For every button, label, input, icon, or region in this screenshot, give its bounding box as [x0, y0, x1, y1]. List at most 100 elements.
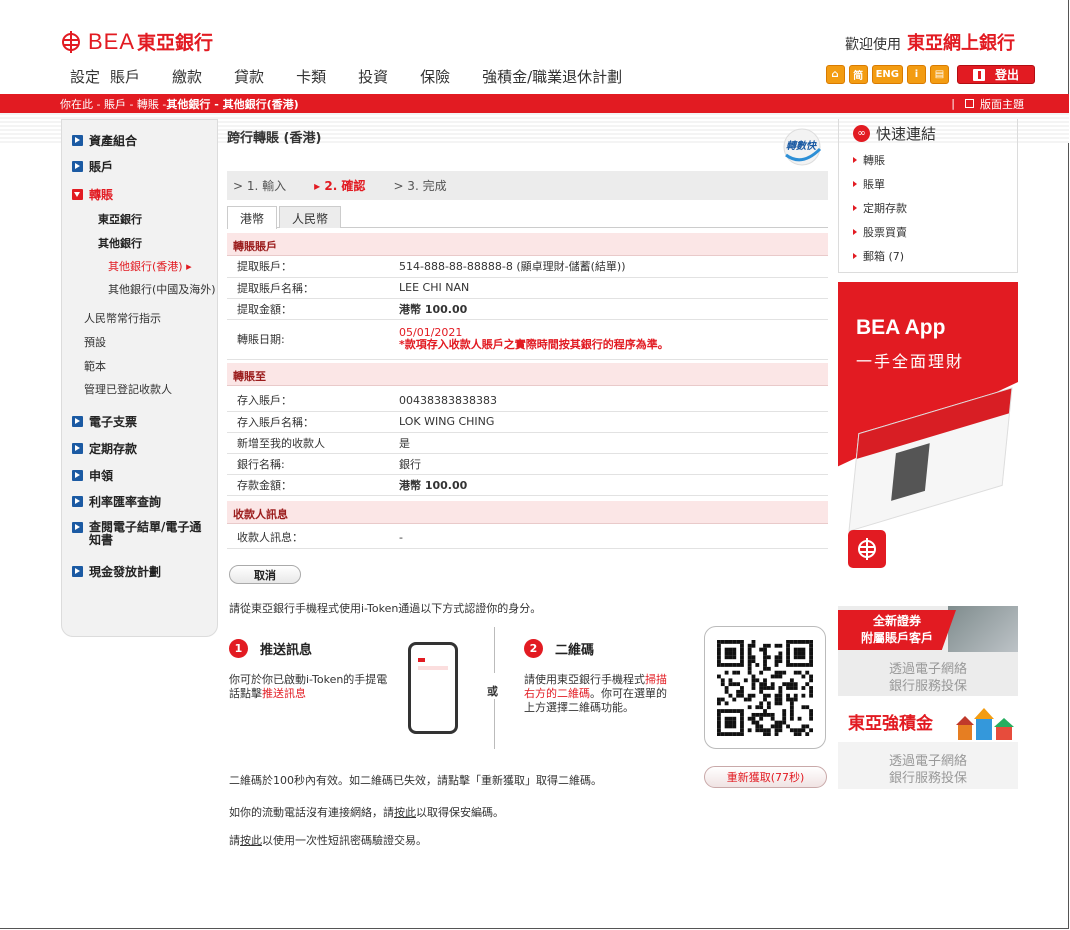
promo-bea-app[interactable]: BEA App 一手全面理財 — [838, 282, 1018, 593]
tab-hkd[interactable]: 港幣 — [227, 206, 278, 229]
sidebar-item-accounts[interactable]: 賬戶 — [72, 158, 113, 175]
table-row: 收款人訊息： - — [227, 527, 828, 549]
sidebar-sub-other-hk[interactable]: 其他銀行(香港) ▸ — [108, 258, 192, 274]
sidebar-item-estatement[interactable]: 查閱電子結單/電子通知書 — [72, 521, 202, 547]
welcome-service: 東亞網上銀行 — [907, 33, 1015, 54]
sidebar-sub-other-cn[interactable]: 其他銀行(中國及海外) — [108, 281, 216, 297]
section-header-to: 轉賬至 — [227, 363, 828, 386]
section-header-message: 收款人訊息 — [227, 501, 828, 524]
tab-rmb[interactable]: 人民幣 — [279, 206, 342, 228]
method-push-title: 推送訊息 — [260, 643, 313, 658]
mail-icon[interactable]: ▤ — [930, 65, 949, 84]
security-code-link[interactable]: 按此 — [394, 806, 416, 819]
logout-icon — [972, 68, 985, 81]
message-table: 收款人訊息： - — [227, 527, 828, 549]
quick-link-stocks[interactable]: 股票買賣 — [853, 224, 907, 240]
faster-payment-badge-icon: 轉數快 — [783, 128, 822, 166]
table-row: 轉賬日期: 05/01/2021 *款項存入收款人賬戶之實際時間按其銀行的程序為… — [227, 319, 828, 360]
nav-investment[interactable]: 投資 — [358, 66, 388, 87]
qr-code-panel — [704, 626, 826, 749]
push-message-link[interactable]: 推送訊息 — [262, 687, 306, 700]
sidebar-item-echeque[interactable]: 電子支票 — [72, 413, 137, 430]
nav-insurance[interactable]: 保險 — [420, 66, 450, 87]
or-label: 或 — [487, 685, 498, 698]
top-navigation: 設定 賬戶 繳款 貸款 卡類 投資 保險 強積金/職業退休計劃 — [70, 66, 654, 87]
nav-accounts[interactable]: 賬戶 — [110, 66, 140, 87]
qr-code-icon — [717, 639, 813, 736]
step-number-2: 2 — [524, 639, 543, 658]
promo-app-subtitle: 一手全面理財 — [856, 352, 965, 371]
promo-mpf-title: 東亞強積金 — [848, 714, 933, 734]
divider — [494, 627, 495, 673]
method-push-desc: 你可於你已啟動i-Token的手提電話點擊推送訊息 — [229, 673, 388, 700]
simplified-chinese-button[interactable]: 简 — [848, 65, 868, 84]
brand-chinese: 東亞銀行 — [137, 32, 214, 54]
english-button[interactable]: ENG — [871, 65, 903, 84]
nav-cards[interactable]: 卡類 — [296, 66, 326, 87]
theme-separator: | — [951, 97, 955, 110]
utility-bar: ⌂ 简 ENG i ▤ 登出 — [822, 65, 1035, 84]
to-account-table: 存入賬戶： 00438383838383 存入賬戶名稱： LOK WING CHIN… — [227, 390, 828, 496]
currency-tabs: 港幣 人民幣 — [227, 206, 828, 229]
qr-validity-note: 二維碼於100秒內有效。如二維碼已失效，請點擊「重新獲取」取得二維碼。 — [229, 774, 602, 787]
sidebar-item-cash-plan[interactable]: 現金發放計劃 — [72, 563, 161, 580]
phone-icon — [408, 642, 458, 734]
welcome-prefix: 歡迎使用 — [845, 37, 901, 53]
nav-mpf[interactable]: 強積金/職業退休計劃 — [482, 66, 622, 87]
sidebar-item-apply[interactable]: 申領 — [72, 467, 113, 484]
arrow-down-icon — [72, 189, 83, 200]
cancel-button[interactable]: 取消 — [229, 565, 301, 584]
logout-label: 登出 — [994, 68, 1019, 82]
welcome-banner: 歡迎使用 東亞網上銀行 — [845, 29, 1015, 55]
houses-icon — [956, 708, 1014, 740]
quick-link-deposit[interactable]: 定期存款 — [853, 200, 907, 216]
quick-link-mailbox[interactable]: 郵箱 (7) — [853, 248, 904, 264]
promo-mpf[interactable]: 東亞強積金 透過電子網絡 銀行服務投保 — [838, 700, 1018, 789]
offline-note: 如你的流動電話沒有連接網絡，請按此以取得保安編碼。 — [229, 806, 504, 819]
arrow-icon — [72, 566, 83, 577]
left-sidebar: 資產組合 賬戶 轉賬 東亞銀行 其他銀行 其他銀行(香港) ▸ 其他銀行(中國及… — [61, 119, 218, 637]
theme-selector[interactable]: | 版面主題 — [951, 96, 1024, 112]
sidebar-sub-manage-payee[interactable]: 管理已登記收款人 — [84, 381, 172, 397]
from-account-table: 提取賬戶： 514-888-88-88888-8 (顯卓理財-儲蓄(結單)) 提取… — [227, 256, 828, 360]
badge-text: 轉數快 — [786, 140, 817, 152]
arrow-icon — [72, 135, 83, 146]
logout-button[interactable]: 登出 — [957, 65, 1035, 84]
promo-securities[interactable]: 全新證券 附屬賬戶客戶 透過電子網絡 銀行服務投保 — [838, 606, 1018, 696]
table-row: 提取賬戶名稱： LEE CHI NAN — [227, 277, 828, 299]
sidebar-item-deposit[interactable]: 定期存款 — [72, 440, 137, 457]
table-row: 提取金額： 港幣 100.00 — [227, 298, 828, 320]
transfer-date-note: *款項存入收款人賬戶之實際時間按其銀行的程序為準。 — [399, 338, 669, 351]
table-row: 新增至我的收款人是 — [227, 432, 828, 454]
quick-links-title: ∞ 快速連結 — [853, 123, 936, 144]
sidebar-sub-template[interactable]: 範本 — [84, 358, 106, 374]
auth-intro: 請從東亞銀行手機程式使用i-Token通過以下方式認證你的身分。 — [229, 602, 542, 615]
sidebar-sub-rmb-standing[interactable]: 人民幣常行指示 — [84, 310, 161, 326]
quick-link-bills[interactable]: 賬單 — [853, 176, 885, 192]
breadcrumb-bar: 你在此 - 賬戶 - 轉賬 - 其他銀行 - 其他銀行(香港) | 版面主題 — [0, 94, 1069, 113]
method-qr-desc: 請使用東亞銀行手機程式掃描右方的二維碼。你可在選單的上方選擇二維碼功能。 — [524, 673, 667, 714]
nav-loans[interactable]: 貸款 — [234, 66, 264, 87]
refresh-qr-button[interactable]: 重新獲取(77秒) — [704, 766, 827, 788]
sidebar-sub-bea[interactable]: 東亞銀行 — [98, 211, 142, 227]
sidebar-sub-preset[interactable]: 預設 — [84, 334, 106, 350]
theme-label: 版面主題 — [980, 97, 1024, 111]
step-input: > 1. 輸入 — [233, 179, 287, 193]
quick-link-transfer[interactable]: 轉賬 — [853, 152, 885, 168]
arrow-icon — [72, 522, 83, 533]
sidebar-item-portfolio[interactable]: 資產組合 — [72, 132, 137, 149]
sidebar-item-rates[interactable]: 利率匯率查詢 — [72, 493, 161, 510]
home-icon[interactable]: ⌂ — [825, 65, 845, 84]
table-row: 銀行名稱: 銀行 — [227, 453, 828, 475]
sms-otp-link[interactable]: 按此 — [240, 834, 262, 847]
sidebar-item-transfer[interactable]: 轉賬 — [72, 186, 113, 203]
nav-payments[interactable]: 繳款 — [172, 66, 202, 87]
bea-logo[interactable]: BEA 東亞銀行 — [60, 28, 213, 55]
arrow-icon — [72, 443, 83, 454]
page-title: 跨行轉賬 (香港) — [227, 131, 322, 146]
table-row: 提取賬戶： 514-888-88-88888-8 (顯卓理財-儲蓄(結單)) — [227, 256, 828, 278]
sidebar-sub-other-banks[interactable]: 其他銀行 — [98, 235, 142, 251]
info-icon[interactable]: i — [907, 65, 926, 84]
link-icon: ∞ — [853, 125, 870, 142]
nav-settings[interactable]: 設定 — [70, 66, 100, 87]
